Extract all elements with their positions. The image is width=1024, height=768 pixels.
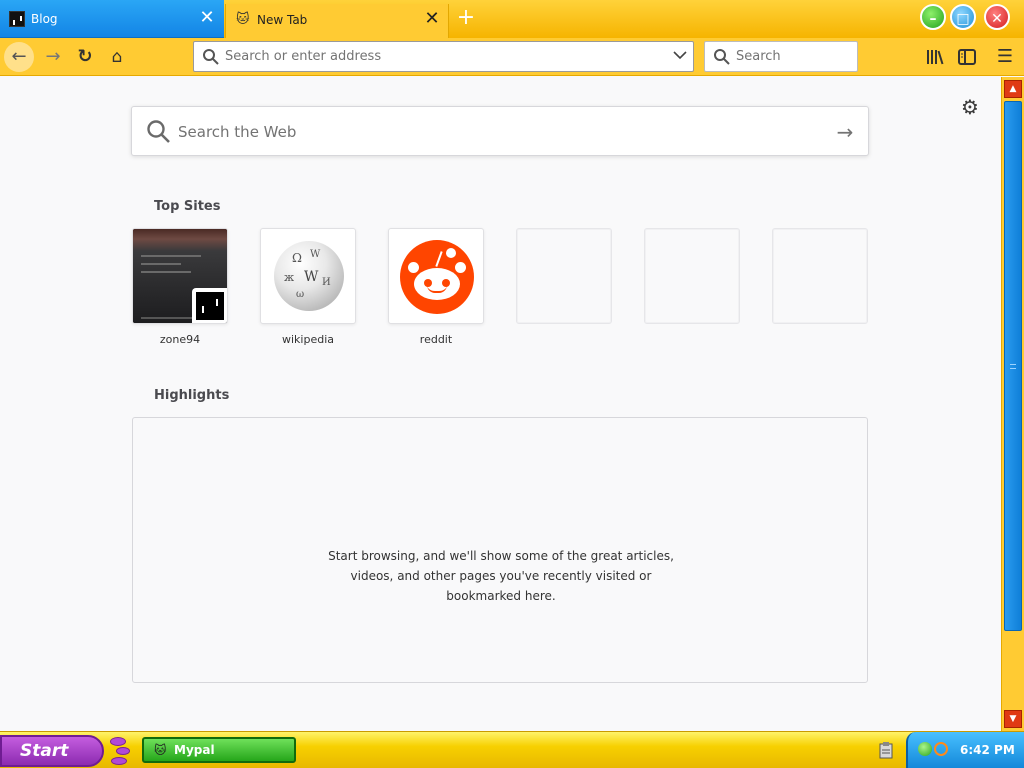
library-icon[interactable]: [920, 42, 950, 72]
taskbar-app-mypal[interactable]: 🐱 Mypal: [142, 737, 296, 763]
search-icon: [714, 49, 730, 65]
maximize-icon[interactable]: □: [950, 4, 976, 30]
top-site-label: zone94: [159, 333, 201, 346]
top-site-tile-reddit[interactable]: [388, 228, 484, 324]
gear-icon[interactable]: ⚙: [958, 95, 982, 119]
address-bar[interactable]: [193, 41, 694, 72]
tab-label: Blog: [31, 12, 58, 26]
close-tab-icon[interactable]: ✕: [422, 9, 442, 29]
top-site-label: wikipedia: [281, 333, 334, 346]
chevron-down-icon[interactable]: [670, 46, 690, 66]
web-search-input[interactable]: [178, 120, 818, 144]
highlights-message: Start browsing, and we'll show some of t…: [328, 549, 674, 603]
network-icon[interactable]: [918, 742, 932, 756]
top-site-label: reddit: [419, 333, 453, 346]
search-bar[interactable]: [704, 41, 858, 72]
clock[interactable]: 6:42 PM: [960, 743, 1015, 757]
scrollbar-thumb[interactable]: [1004, 101, 1022, 631]
web-search-box[interactable]: →: [131, 106, 869, 156]
highlights-heading: Highlights: [154, 388, 230, 403]
arrow-right-icon[interactable]: →: [832, 119, 858, 145]
minimize-icon[interactable]: –: [920, 4, 946, 30]
window-controls: – □ ✕: [918, 2, 1024, 36]
clipboard-icon[interactable]: [879, 741, 895, 759]
reload-button[interactable]: ↻: [70, 42, 100, 72]
home-button[interactable]: ⌂: [102, 42, 132, 72]
search-input[interactable]: [736, 46, 851, 67]
top-sites-heading: Top Sites: [154, 199, 221, 214]
empty-top-site-slot: [516, 228, 612, 324]
taskbar: Start 🐱 Mypal 6:42 PM: [0, 731, 1024, 768]
wikipedia-globe-icon: Ω W ж W И ω: [274, 241, 344, 311]
mypal-favicon-icon: 🐱: [154, 743, 167, 757]
system-tray: 6:42 PM: [906, 732, 1024, 768]
close-tab-icon[interactable]: ✕: [197, 8, 217, 28]
hamburger-menu-icon[interactable]: ☰: [990, 42, 1020, 72]
search-icon: [147, 120, 170, 143]
highlights-empty-state: Start browsing, and we'll show some of t…: [132, 417, 868, 683]
forward-button[interactable]: →: [38, 42, 68, 72]
pong-favicon-icon: [9, 11, 25, 27]
new-tab-button[interactable]: +: [455, 7, 477, 29]
mypal-favicon-icon: 🐱: [236, 12, 250, 27]
scroll-up-arrow-icon[interactable]: ▲: [1004, 80, 1022, 98]
empty-top-site-slot: [772, 228, 868, 324]
new-tab-page: ⚙ → Top Sites zone94 Ω W ж W И ω wikiped…: [0, 77, 1001, 731]
top-site-tile-wikipedia[interactable]: Ω W ж W И ω: [260, 228, 356, 324]
navigation-toolbar: ← → ↻ ⌂ ☰: [0, 38, 1024, 76]
start-button[interactable]: Start: [0, 735, 104, 767]
empty-top-site-slot: [644, 228, 740, 324]
tab-label: New Tab: [257, 13, 308, 27]
back-button[interactable]: ←: [4, 42, 34, 72]
url-input[interactable]: [225, 46, 665, 67]
tab-new-tab[interactable]: 🐱 New Tab ✕: [225, 4, 449, 38]
vertical-scrollbar[interactable]: ▲ ▼: [1001, 77, 1024, 731]
close-icon[interactable]: ✕: [984, 4, 1010, 30]
search-icon[interactable]: [934, 742, 948, 756]
tab-blog[interactable]: Blog ✕: [0, 0, 224, 38]
tab-strip: Blog ✕ 🐱 New Tab ✕ + – □ ✕: [0, 0, 1024, 38]
top-site-tile-zone94[interactable]: [132, 228, 228, 324]
sidebar-icon[interactable]: [952, 42, 982, 72]
start-decoration-icon: [108, 735, 132, 767]
taskbar-app-label: Mypal: [174, 743, 215, 757]
pong-favicon-icon: [192, 288, 227, 323]
search-icon: [203, 49, 219, 65]
reddit-logo-icon: [400, 240, 474, 314]
scroll-down-arrow-icon[interactable]: ▼: [1004, 710, 1022, 728]
